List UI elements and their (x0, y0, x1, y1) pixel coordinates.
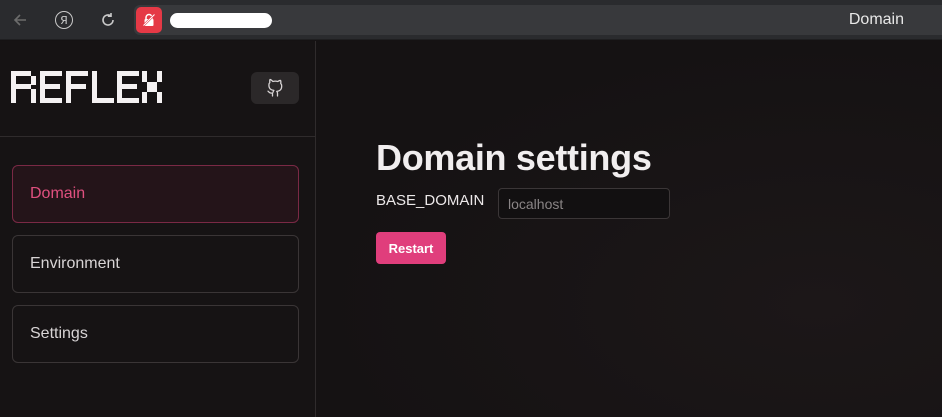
main-content: Domain settings BASE_DOMAIN Restart (317, 41, 942, 417)
yandex-glyph: Я (55, 11, 73, 29)
url-redacted[interactable] (170, 13, 272, 28)
sidebar-item-label: Domain (30, 185, 86, 202)
sidebar-header (0, 41, 315, 137)
github-button[interactable] (251, 72, 299, 104)
reflex-logo (11, 71, 162, 103)
restart-button[interactable]: Restart (376, 232, 446, 264)
github-icon (267, 78, 283, 97)
sidebar-item-label: Settings (30, 325, 88, 342)
base-domain-input[interactable] (498, 188, 670, 219)
page-title: Domain settings (376, 137, 652, 178)
base-domain-label: BASE_DOMAIN (376, 192, 485, 209)
sidebar-item-environment[interactable]: Environment (12, 235, 299, 293)
address-bar[interactable]: Domain (134, 5, 942, 35)
sidebar-item-label: Environment (30, 255, 120, 272)
yandex-icon[interactable]: Я (52, 8, 76, 32)
back-arrow-icon[interactable] (8, 8, 32, 32)
sidebar: Domain Environment Settings (0, 41, 316, 417)
site-blocked-icon[interactable] (136, 7, 162, 33)
sidebar-item-settings[interactable]: Settings (12, 305, 299, 363)
browser-toolbar: Я Domain (0, 0, 942, 40)
reload-icon[interactable] (96, 8, 120, 32)
sidebar-item-domain[interactable]: Domain (12, 165, 299, 223)
page-title-label: Domain (848, 11, 904, 28)
